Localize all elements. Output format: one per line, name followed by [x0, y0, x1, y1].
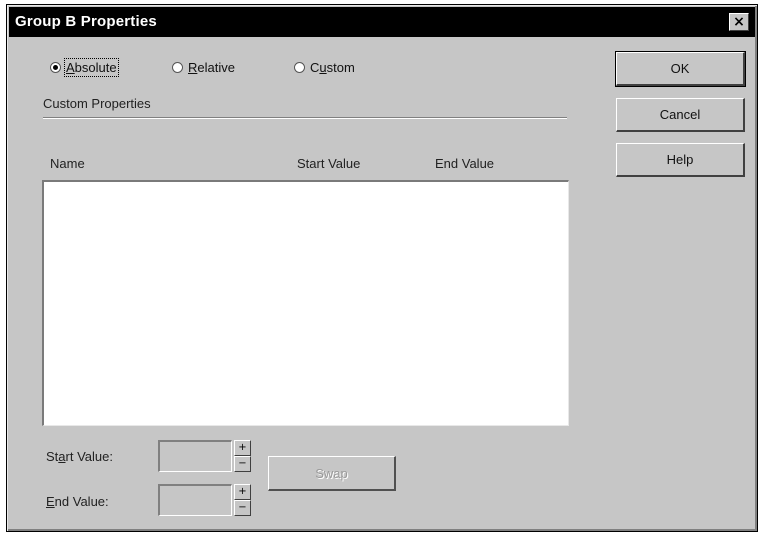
radio-custom-label: Custom	[310, 59, 355, 75]
start-value-input[interactable]	[158, 440, 232, 472]
radio-relative[interactable]: Relative	[172, 57, 235, 77]
close-icon[interactable]: ×	[729, 13, 749, 31]
ok-button[interactable]: OK	[615, 51, 746, 87]
window-title: Group B Properties	[15, 13, 157, 30]
start-value-spinner[interactable]: + −	[234, 440, 251, 472]
column-header-name: Name	[50, 156, 85, 171]
end-value-spinner[interactable]: + −	[234, 484, 251, 516]
end-value-label: End Value:	[46, 494, 109, 509]
column-header-end-value: End Value	[435, 156, 495, 171]
title-bar: Group B Properties ×	[9, 7, 755, 37]
custom-properties-list[interactable]	[42, 180, 569, 426]
increment-icon[interactable]: +	[234, 484, 251, 500]
column-header-start-value: Start Value	[297, 156, 361, 171]
end-value-input[interactable]	[158, 484, 232, 516]
cancel-button[interactable]: Cancel	[616, 98, 745, 132]
radio-relative-label: Relative	[188, 59, 235, 75]
decrement-icon[interactable]: −	[234, 500, 251, 516]
start-value-label: Start Value:	[46, 449, 113, 464]
help-button[interactable]: Help	[616, 143, 745, 177]
radio-unselected-icon	[172, 61, 183, 73]
section-divider	[43, 117, 567, 119]
custom-properties-heading: Custom Properties	[43, 96, 151, 111]
radio-selected-icon	[50, 61, 61, 73]
radio-unselected-icon	[294, 61, 305, 73]
radio-absolute[interactable]: Absolute	[50, 57, 119, 77]
radio-absolute-label: Absolute	[64, 57, 119, 77]
decrement-icon[interactable]: −	[234, 456, 251, 472]
radio-custom[interactable]: Custom	[294, 57, 355, 77]
swap-button[interactable]: Swap	[268, 456, 396, 491]
increment-icon[interactable]: +	[234, 440, 251, 456]
